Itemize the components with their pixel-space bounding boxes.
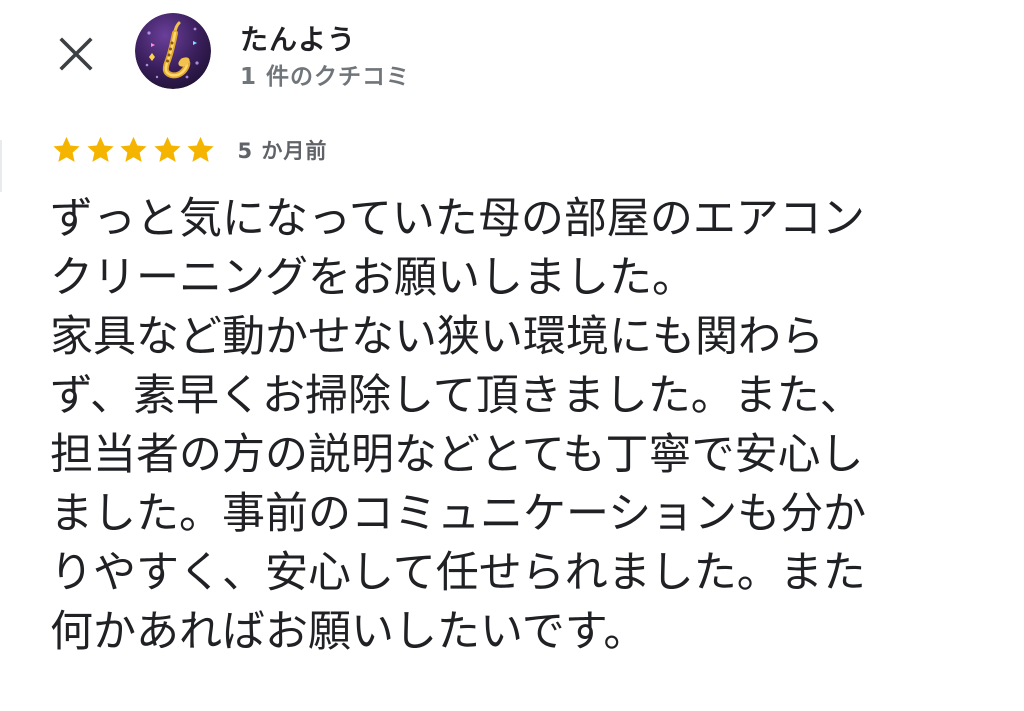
avatar[interactable] <box>135 13 211 89</box>
reviewer-name[interactable]: たんよう <box>240 18 356 58</box>
review-text: ずっと気になっていた母の部屋のエアコン クリーニングをお願いしました。 家具など… <box>50 190 1010 662</box>
review-text-line: ずっと気になっていた母の部屋のエアコン <box>50 194 865 244</box>
star-rating <box>50 134 218 166</box>
reviewer-review-count[interactable]: 1 件のクチコミ <box>240 57 410 91</box>
star-icon <box>153 136 181 162</box>
review-text-line: 何かあればお願いしたいです。 <box>50 607 647 657</box>
review-text-line: りやすく、安心して任せられました。また <box>50 548 866 598</box>
star-icon <box>120 136 147 162</box>
star-icon <box>53 136 80 162</box>
review-text-line: ず、素早くお掃除して頂きました。また、 <box>50 371 863 421</box>
close-button[interactable] <box>48 28 104 80</box>
close-icon <box>59 37 93 71</box>
review-text-line: クリーニングをお願いしました。 <box>50 253 695 303</box>
rating-row: 5 か月前 <box>50 132 327 168</box>
review-date: 5 か月前 <box>237 139 328 163</box>
saxophone-avatar-icon <box>135 13 211 89</box>
star-icon <box>187 136 214 162</box>
review-text-line: ました。事前のコミュニケーションも分か <box>50 489 867 539</box>
edge-divider <box>0 140 2 192</box>
review-text-line: 担当者の方の説明などとても丁寧で安心し <box>50 430 864 480</box>
review-text-line: 家具など動かせない狭い環境にも関わら <box>50 312 824 362</box>
star-icon <box>86 136 114 162</box>
